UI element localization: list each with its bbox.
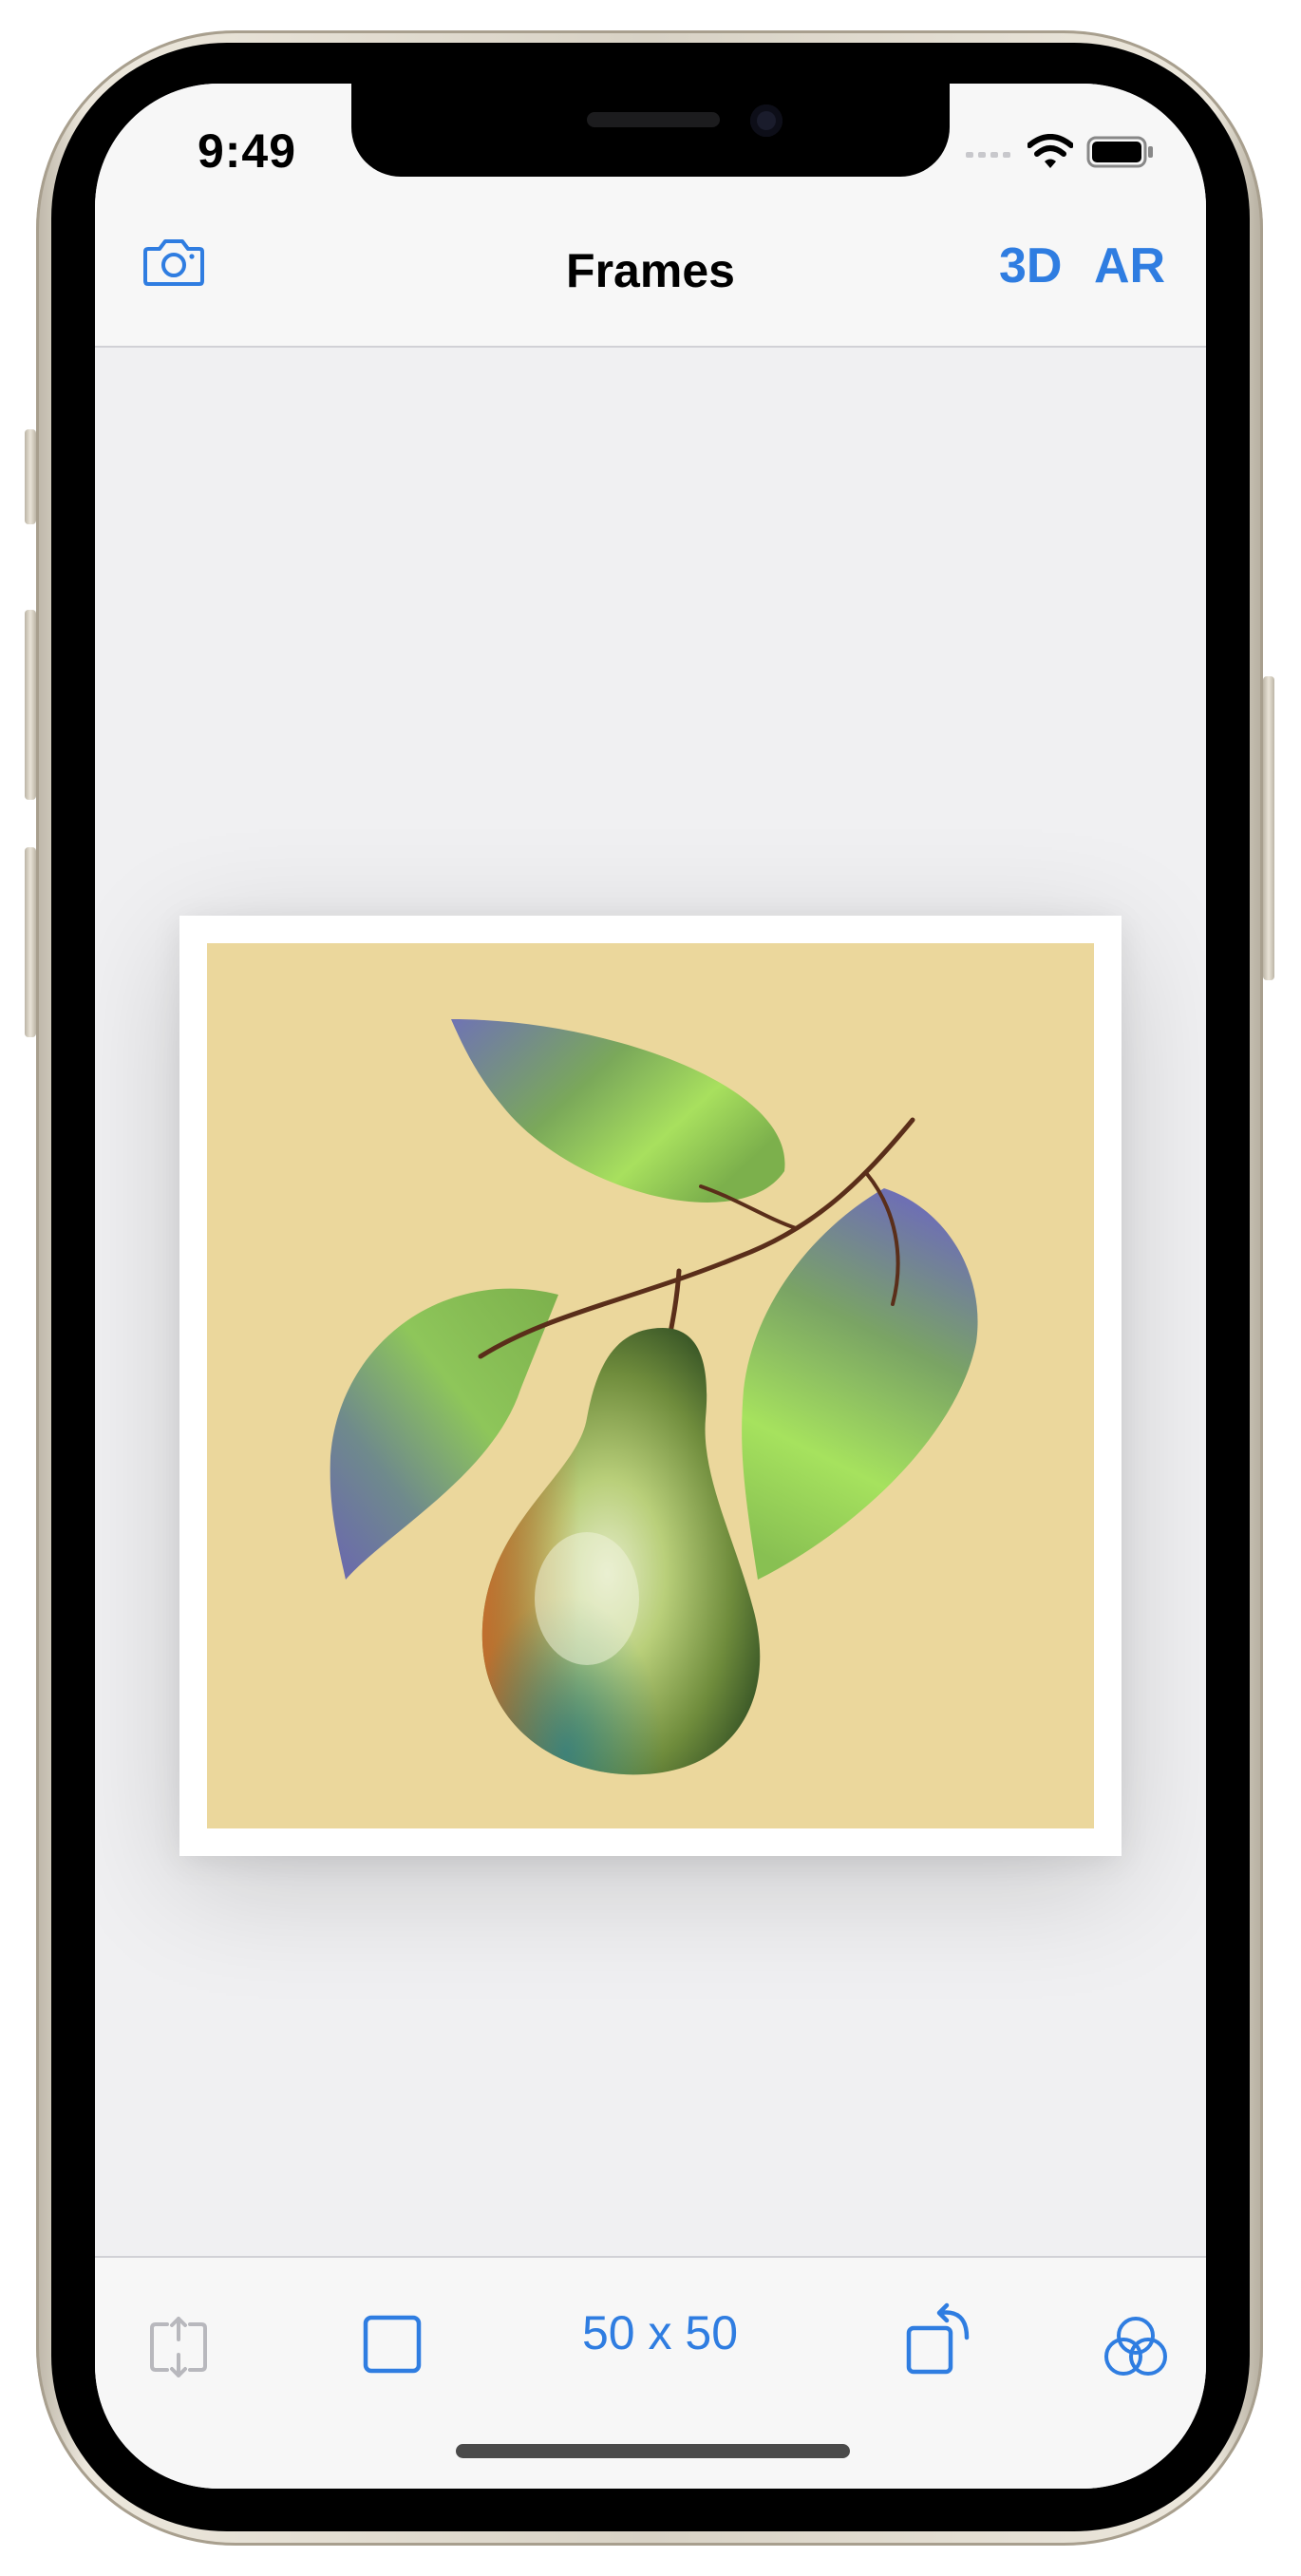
ar-button[interactable]: AR: [1094, 237, 1165, 294]
silent-switch: [25, 429, 36, 524]
status-icons: [965, 133, 1155, 171]
resize-button[interactable]: [142, 2311, 215, 2388]
artwork-image: [207, 943, 1094, 1828]
picture-frame[interactable]: [179, 916, 1122, 1856]
battery-icon: [1086, 136, 1153, 168]
rotate-icon: [906, 2302, 970, 2375]
pear-illustration: [330, 1019, 978, 1775]
device-notch: [351, 84, 950, 177]
side-button: [1263, 676, 1274, 980]
canvas-area: [95, 348, 1206, 2257]
filters-button[interactable]: [1100, 2311, 1172, 2388]
square-frame-icon: [363, 2315, 422, 2374]
app-screen: Frames 3D AR 9:49 50 x 50: [95, 84, 1206, 2489]
earpiece-speaker: [587, 112, 720, 127]
home-indicator[interactable]: [456, 2444, 850, 2458]
volume-down-button: [25, 847, 36, 1037]
front-camera: [750, 104, 782, 137]
rotate-button[interactable]: [904, 2300, 976, 2384]
color-filters-icon: [1104, 2317, 1167, 2376]
status-time: 9:49: [197, 124, 297, 178]
3d-button[interactable]: 3D: [999, 237, 1062, 294]
resize-arrows-icon: [150, 2317, 207, 2377]
volume-up-button: [25, 610, 36, 800]
wifi-icon: [1028, 134, 1073, 168]
frame-style-button[interactable]: [361, 2313, 424, 2380]
frame-size-label[interactable]: 50 x 50: [522, 2305, 798, 2360]
cellular-signal-icon: [966, 152, 1010, 158]
